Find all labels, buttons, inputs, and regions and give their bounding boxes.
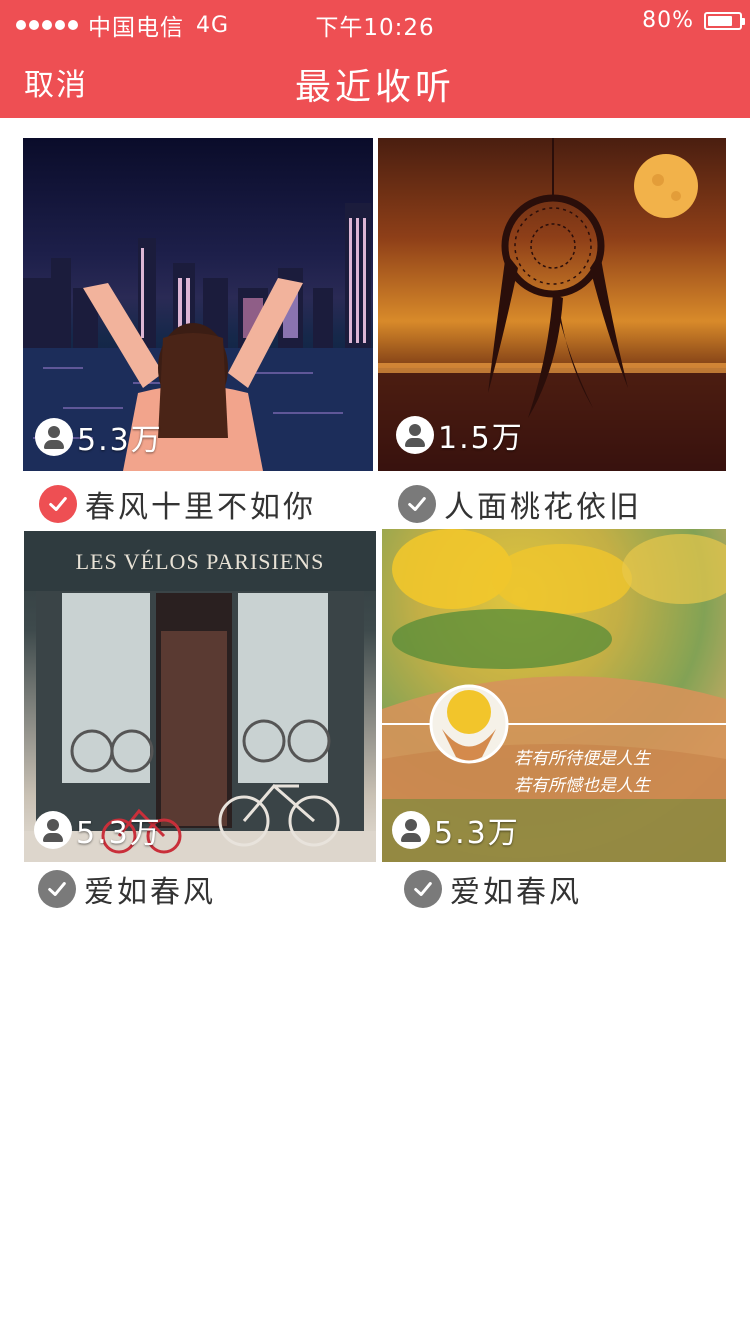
card-title: 爱如春风 (450, 875, 582, 910)
status-bar: 中国电信 4G 下午10:26 80% (0, 0, 750, 44)
battery-fill (708, 15, 732, 26)
page-title: 最近收听 (294, 67, 455, 108)
check-mark (414, 882, 432, 896)
check-circle-icon[interactable] (38, 870, 76, 908)
dreamcatcher-sunset-photo: 1.5万 (378, 138, 726, 471)
card-title: 春风十里不如你 (85, 490, 316, 525)
status-time: 下午10:26 (315, 15, 435, 41)
check-mark (48, 882, 66, 896)
album-card[interactable]: 若有所待便是人生 若有所憾也是人生 5.3万 爱如春风 (382, 529, 726, 915)
user-icon (392, 811, 430, 849)
nav-bar: 取消 最近收听 (0, 44, 750, 118)
listener-count: 5.3万 (434, 816, 520, 851)
card-title: 爱如春风 (84, 875, 216, 910)
album-card[interactable]: 5.3万 春风十里不如你 (23, 138, 373, 528)
check-mark (408, 497, 426, 511)
city-night-photo: 5.3万 (23, 138, 373, 471)
check-circle-icon[interactable] (39, 485, 77, 523)
sunflower-bouquet-photo: 若有所待便是人生 若有所憾也是人生 5.3万 (382, 529, 726, 862)
user-icon (34, 811, 72, 849)
status-bar-right: 80% (642, 8, 745, 33)
listener-count: 1.5万 (438, 421, 524, 456)
card-title-row: 爱如春风 (38, 867, 216, 911)
listener-count-badge: 1.5万 (396, 413, 524, 457)
card-title-row: 春风十里不如你 (39, 482, 316, 526)
user-icon (396, 416, 434, 454)
battery-percent: 80% (642, 8, 694, 33)
poem-line-2: 若有所憾也是人生 (514, 776, 652, 795)
check-circle-icon[interactable] (404, 870, 442, 908)
listener-count: 5.3万 (76, 816, 162, 851)
listener-count-badge: 5.3万 (35, 415, 163, 459)
listener-count-badge: 5.3万 (392, 808, 520, 852)
battery-icon (704, 11, 745, 30)
card-title-row: 爱如春风 (404, 867, 582, 911)
user-icon (35, 418, 73, 456)
card-title: 人面桃花依旧 (444, 490, 642, 525)
bike-shop-photo: LES VÉLOS PARISIENS 5.3万 (24, 531, 376, 862)
listener-count-badge: 5.3万 (34, 808, 162, 852)
check-circle-icon[interactable] (398, 485, 436, 523)
header: 中国电信 4G 下午10:26 80% 取消 最近收听 (0, 0, 750, 118)
check-mark (49, 497, 67, 511)
album-card[interactable]: 1.5万 人面桃花依旧 (378, 138, 726, 528)
card-title-row: 人面桃花依旧 (398, 482, 642, 526)
album-card[interactable]: LES VÉLOS PARISIENS 5.3万 爱如春风 (24, 531, 376, 915)
shop-sign-text: LES VÉLOS PARISIENS (76, 549, 325, 574)
listener-count: 5.3万 (77, 423, 163, 458)
poem-line-1: 若有所待便是人生 (514, 749, 652, 768)
